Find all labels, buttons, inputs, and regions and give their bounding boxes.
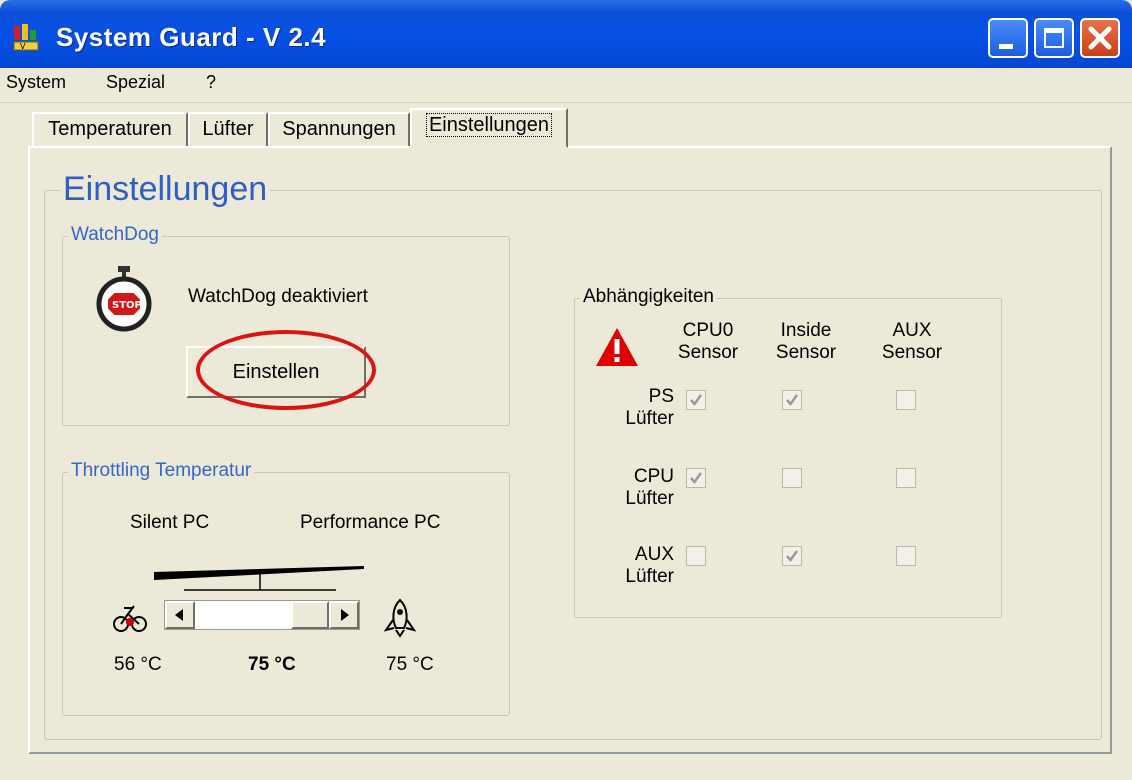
maximize-icon (1044, 28, 1064, 48)
system-guard-app-icon: V (12, 22, 42, 52)
svg-text:V: V (20, 42, 26, 51)
tab-label: Spannungen (282, 118, 396, 140)
col-header-aux: AUX Sensor (862, 320, 962, 364)
tab-label: Lüfter (202, 118, 254, 140)
row-label-line2: Lüfter (625, 566, 674, 587)
warning-icon (594, 326, 640, 373)
tab-luefter[interactable]: Lüfter (188, 112, 268, 146)
minimize-button[interactable] (988, 18, 1028, 58)
settings-heading: Einstellungen (60, 170, 271, 209)
checkmark-icon (690, 472, 703, 485)
menu-system[interactable]: System (6, 72, 66, 93)
app-window: V System Guard - V 2.4 System Spezial ? … (0, 0, 1132, 780)
col-header-line1: Inside (780, 320, 832, 341)
col-header-line2: Sensor (677, 342, 739, 363)
menu-bar (0, 68, 1132, 103)
slider-right-button[interactable] (329, 601, 359, 629)
col-header-line2: Sensor (881, 342, 943, 363)
slider-left-button[interactable] (165, 601, 195, 629)
right-arrow-icon (341, 609, 349, 621)
checkbox-ps-inside[interactable] (782, 390, 802, 410)
row-label-ps: PS Lüfter (602, 386, 674, 430)
checkmark-icon (786, 394, 799, 407)
checkbox-aux-inside[interactable] (782, 546, 802, 566)
row-label-line1: CPU (633, 466, 674, 487)
watchdog-legend: WatchDog (68, 224, 162, 246)
row-label-aux: AUX Lüfter (602, 544, 674, 588)
window-title: System Guard - V 2.4 (56, 22, 327, 52)
menu-spezial[interactable]: Spezial (106, 72, 165, 93)
checkmark-icon (786, 550, 799, 563)
row-label-line2: Lüfter (625, 408, 674, 429)
checkbox-cpu-aux[interactable] (896, 468, 916, 488)
tab-label: Temperaturen (48, 118, 172, 140)
maximize-button[interactable] (1034, 18, 1074, 58)
checkbox-aux-aux[interactable] (896, 546, 916, 566)
row-label-line1: AUX (634, 544, 674, 565)
left-arrow-icon (175, 609, 183, 621)
row-label-line1: PS (648, 386, 674, 407)
slider-thumb[interactable] (291, 601, 329, 629)
title-bar[interactable]: V System Guard - V 2.4 (0, 0, 1132, 68)
min-temp: 56 °C (114, 654, 162, 675)
tab-einstellungen[interactable]: Einstellungen (410, 108, 568, 148)
bicycle-icon (112, 600, 148, 641)
col-header-line1: CPU0 (682, 320, 734, 341)
col-header-line2: Sensor (775, 342, 837, 363)
close-icon (1088, 26, 1112, 50)
tab-label: Einstellungen (425, 113, 553, 137)
col-header-cpu0: CPU0 Sensor (658, 320, 758, 364)
rocket-icon (380, 598, 420, 643)
watchdog-status: WatchDog deaktiviert (188, 286, 368, 307)
tab-spannungen[interactable]: Spannungen (268, 112, 410, 146)
menu-help[interactable]: ? (206, 72, 216, 93)
throttling-legend: Throttling Temperatur (68, 460, 255, 482)
checkbox-ps-cpu0[interactable] (686, 390, 706, 410)
tab-temperaturen[interactable]: Temperaturen (32, 112, 188, 146)
max-temp: 75 °C (386, 654, 434, 675)
performance-pc-label: Performance PC (300, 512, 441, 533)
current-temp: 75 °C (248, 654, 296, 675)
stopwatch-stop-icon: STOP (96, 264, 152, 339)
col-header-line1: AUX (892, 320, 932, 341)
highlight-circle (196, 330, 376, 410)
checkbox-cpu-inside[interactable] (782, 468, 802, 488)
checkbox-cpu-cpu0[interactable] (686, 468, 706, 488)
row-label-cpu: CPU Lüfter (602, 466, 674, 510)
checkmark-icon (690, 394, 703, 407)
minimize-icon (999, 44, 1013, 49)
close-button[interactable] (1080, 18, 1120, 58)
throttling-slider[interactable] (164, 600, 360, 630)
row-label-line2: Lüfter (625, 488, 674, 509)
col-header-inside: Inside Sensor (756, 320, 856, 364)
slider-track[interactable] (197, 602, 291, 628)
checkbox-ps-aux[interactable] (896, 390, 916, 410)
dependencies-legend: Abhängigkeiten (580, 286, 717, 308)
svg-text:STOP: STOP (112, 300, 142, 311)
silent-pc-label: Silent PC (130, 512, 210, 533)
checkbox-aux-cpu0[interactable] (686, 546, 706, 566)
